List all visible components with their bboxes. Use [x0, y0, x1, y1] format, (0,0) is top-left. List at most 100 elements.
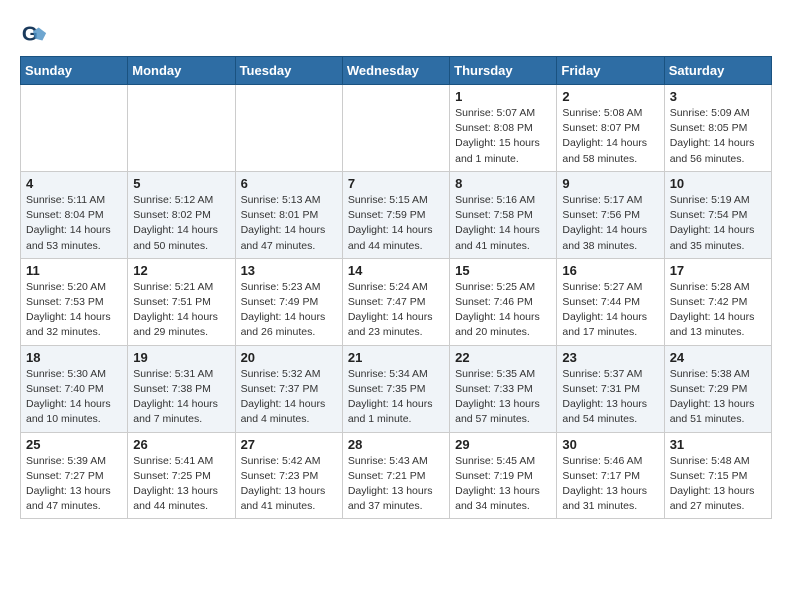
calendar-cell: 10Sunrise: 5:19 AM Sunset: 7:54 PM Dayli… [664, 171, 771, 258]
day-info: Sunrise: 5:32 AM Sunset: 7:37 PM Dayligh… [241, 367, 337, 428]
day-info: Sunrise: 5:16 AM Sunset: 7:58 PM Dayligh… [455, 193, 551, 254]
calendar-cell: 26 Sunrise: 5:41 AM Sunset: 7:25 PM Dayli… [128, 432, 235, 519]
day-number: 18 [26, 350, 122, 365]
day-number: 8 [455, 176, 551, 191]
calendar-cell [21, 85, 128, 172]
column-header-friday: Friday [557, 57, 664, 85]
calendar-cell: 19 Sunrise: 5:31 AM Sunset: 7:38 PM Dayli… [128, 345, 235, 432]
day-info: Sunrise: 5:27 AM Sunset: 7:44 PM Dayligh… [562, 280, 658, 341]
calendar-cell: 29 Sunrise: 5:45 AM Sunset: 7:19 PM Dayli… [450, 432, 557, 519]
calendar-cell: 18 Sunrise: 5:30 AM Sunset: 7:40 PM Dayli… [21, 345, 128, 432]
day-number: 22 [455, 350, 551, 365]
column-header-monday: Monday [128, 57, 235, 85]
day-number: 9 [562, 176, 658, 191]
column-header-tuesday: Tuesday [235, 57, 342, 85]
day-number: 25 [26, 437, 122, 452]
calendar-cell: 15 Sunrise: 5:25 AM Sunset: 7:46 PM Dayli… [450, 258, 557, 345]
calendar-cell: 14 Sunrise: 5:24 AM Sunset: 7:47 PM Dayli… [342, 258, 449, 345]
calendar-cell: 7Sunrise: 5:15 AM Sunset: 7:59 PM Daylig… [342, 171, 449, 258]
calendar-cell: 5 Sunrise: 5:12 AM Sunset: 8:02 PM Daylig… [128, 171, 235, 258]
day-number: 5 [133, 176, 229, 191]
day-number: 26 [133, 437, 229, 452]
day-info: Sunrise: 5:45 AM Sunset: 7:19 PM Dayligh… [455, 454, 551, 515]
calendar-cell: 11Sunrise: 5:20 AM Sunset: 7:53 PM Dayli… [21, 258, 128, 345]
day-number: 20 [241, 350, 337, 365]
calendar-cell [235, 85, 342, 172]
calendar-cell: 2 Sunrise: 5:08 AM Sunset: 8:07 PM Daylig… [557, 85, 664, 172]
day-number: 15 [455, 263, 551, 278]
calendar-cell: 3 Sunrise: 5:09 AM Sunset: 8:05 PM Daylig… [664, 85, 771, 172]
day-info: Sunrise: 5:41 AM Sunset: 7:25 PM Dayligh… [133, 454, 229, 515]
day-number: 28 [348, 437, 444, 452]
calendar-week-row: 11Sunrise: 5:20 AM Sunset: 7:53 PM Dayli… [21, 258, 772, 345]
day-number: 3 [670, 89, 766, 104]
day-number: 2 [562, 89, 658, 104]
day-number: 14 [348, 263, 444, 278]
day-number: 29 [455, 437, 551, 452]
calendar-cell [342, 85, 449, 172]
day-info: Sunrise: 5:13 AM Sunset: 8:01 PM Dayligh… [241, 193, 337, 254]
day-info: Sunrise: 5:23 AM Sunset: 7:49 PM Dayligh… [241, 280, 337, 341]
day-info: Sunrise: 5:15 AM Sunset: 7:59 PM Dayligh… [348, 193, 444, 254]
calendar-cell: 4Sunrise: 5:11 AM Sunset: 8:04 PM Daylig… [21, 171, 128, 258]
day-number: 23 [562, 350, 658, 365]
day-number: 12 [133, 263, 229, 278]
logo-icon: G [20, 20, 48, 48]
calendar-cell: 20 Sunrise: 5:32 AM Sunset: 7:37 PM Dayli… [235, 345, 342, 432]
day-info: Sunrise: 5:31 AM Sunset: 7:38 PM Dayligh… [133, 367, 229, 428]
day-number: 11 [26, 263, 122, 278]
day-info: Sunrise: 5:39 AM Sunset: 7:27 PM Dayligh… [26, 454, 122, 515]
calendar-week-row: 25 Sunrise: 5:39 AM Sunset: 7:27 PM Dayli… [21, 432, 772, 519]
logo: G [20, 20, 52, 48]
calendar-cell: 12 Sunrise: 5:21 AM Sunset: 7:51 PM Dayli… [128, 258, 235, 345]
column-header-thursday: Thursday [450, 57, 557, 85]
day-info: Sunrise: 5:08 AM Sunset: 8:07 PM Dayligh… [562, 106, 658, 167]
day-info: Sunrise: 5:07 AM Sunset: 8:08 PM Dayligh… [455, 106, 551, 167]
day-number: 6 [241, 176, 337, 191]
calendar-cell: 31 Sunrise: 5:48 AM Sunset: 7:15 PM Dayli… [664, 432, 771, 519]
day-info: Sunrise: 5:38 AM Sunset: 7:29 PM Dayligh… [670, 367, 766, 428]
calendar-cell: 28 Sunrise: 5:43 AM Sunset: 7:21 PM Dayli… [342, 432, 449, 519]
day-info: Sunrise: 5:30 AM Sunset: 7:40 PM Dayligh… [26, 367, 122, 428]
page-header: G [20, 20, 772, 48]
calendar-cell: 1 Sunrise: 5:07 AM Sunset: 8:08 PM Daylig… [450, 85, 557, 172]
day-info: Sunrise: 5:48 AM Sunset: 7:15 PM Dayligh… [670, 454, 766, 515]
column-header-saturday: Saturday [664, 57, 771, 85]
column-header-wednesday: Wednesday [342, 57, 449, 85]
calendar-cell: 6 Sunrise: 5:13 AM Sunset: 8:01 PM Daylig… [235, 171, 342, 258]
calendar-cell: 13 Sunrise: 5:23 AM Sunset: 7:49 PM Dayli… [235, 258, 342, 345]
calendar-header-row: SundayMondayTuesdayWednesdayThursdayFrid… [21, 57, 772, 85]
calendar-cell: 16 Sunrise: 5:27 AM Sunset: 7:44 PM Dayli… [557, 258, 664, 345]
day-info: Sunrise: 5:46 AM Sunset: 7:17 PM Dayligh… [562, 454, 658, 515]
day-info: Sunrise: 5:28 AM Sunset: 7:42 PM Dayligh… [670, 280, 766, 341]
day-number: 27 [241, 437, 337, 452]
day-number: 16 [562, 263, 658, 278]
day-number: 17 [670, 263, 766, 278]
day-number: 21 [348, 350, 444, 365]
day-info: Sunrise: 5:25 AM Sunset: 7:46 PM Dayligh… [455, 280, 551, 341]
day-number: 19 [133, 350, 229, 365]
day-info: Sunrise: 5:24 AM Sunset: 7:47 PM Dayligh… [348, 280, 444, 341]
calendar-cell: 21 Sunrise: 5:34 AM Sunset: 7:35 PM Dayli… [342, 345, 449, 432]
calendar-cell: 22 Sunrise: 5:35 AM Sunset: 7:33 PM Dayli… [450, 345, 557, 432]
day-info: Sunrise: 5:09 AM Sunset: 8:05 PM Dayligh… [670, 106, 766, 167]
day-info: Sunrise: 5:21 AM Sunset: 7:51 PM Dayligh… [133, 280, 229, 341]
day-info: Sunrise: 5:42 AM Sunset: 7:23 PM Dayligh… [241, 454, 337, 515]
day-info: Sunrise: 5:19 AM Sunset: 7:54 PM Dayligh… [670, 193, 766, 254]
day-info: Sunrise: 5:37 AM Sunset: 7:31 PM Dayligh… [562, 367, 658, 428]
day-number: 31 [670, 437, 766, 452]
calendar-week-row: 1 Sunrise: 5:07 AM Sunset: 8:08 PM Daylig… [21, 85, 772, 172]
day-info: Sunrise: 5:11 AM Sunset: 8:04 PM Dayligh… [26, 193, 122, 254]
day-number: 1 [455, 89, 551, 104]
day-number: 13 [241, 263, 337, 278]
day-info: Sunrise: 5:12 AM Sunset: 8:02 PM Dayligh… [133, 193, 229, 254]
day-info: Sunrise: 5:43 AM Sunset: 7:21 PM Dayligh… [348, 454, 444, 515]
day-info: Sunrise: 5:35 AM Sunset: 7:33 PM Dayligh… [455, 367, 551, 428]
calendar-cell: 27 Sunrise: 5:42 AM Sunset: 7:23 PM Dayli… [235, 432, 342, 519]
column-header-sunday: Sunday [21, 57, 128, 85]
day-number: 24 [670, 350, 766, 365]
calendar-cell: 8 Sunrise: 5:16 AM Sunset: 7:58 PM Daylig… [450, 171, 557, 258]
day-info: Sunrise: 5:34 AM Sunset: 7:35 PM Dayligh… [348, 367, 444, 428]
calendar-week-row: 18 Sunrise: 5:30 AM Sunset: 7:40 PM Dayli… [21, 345, 772, 432]
calendar-cell: 23 Sunrise: 5:37 AM Sunset: 7:31 PM Dayli… [557, 345, 664, 432]
